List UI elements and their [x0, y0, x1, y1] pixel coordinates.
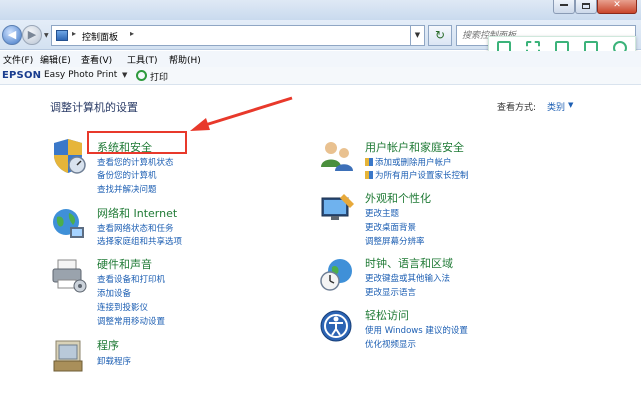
- menu-edit[interactable]: 编辑(E): [40, 53, 71, 66]
- category-hardware-sound: 硬件和声音 查看设备和打印机 添加设备 连接到投影仪 调整常用移动设置: [50, 256, 250, 327]
- refresh-button[interactable]: ↻: [428, 25, 452, 46]
- category-title[interactable]: 轻松访问: [365, 307, 409, 323]
- users-icon[interactable]: [318, 137, 356, 175]
- clock-globe-icon[interactable]: [318, 255, 356, 293]
- chevron-down-icon[interactable]: ▼: [122, 71, 127, 79]
- menu-view[interactable]: 查看(V): [81, 53, 112, 66]
- link-add-remove-users[interactable]: 添加或删除用户帐户: [365, 156, 452, 168]
- minimize-button[interactable]: [553, 0, 575, 14]
- menu-help[interactable]: 帮助(H): [169, 53, 201, 66]
- forward-button[interactable]: ▶: [22, 25, 42, 45]
- monitor-brush-icon[interactable]: [318, 190, 356, 228]
- epson-logo: EPSON: [2, 70, 42, 81]
- category-ease-of-access: 轻松访问 使用 Windows 建议的设置 优化视频显示: [318, 307, 538, 353]
- link-change-theme[interactable]: 更改主题: [365, 207, 399, 219]
- category-clock-language-region: 时钟、语言和区域 更改键盘或其他输入法 更改显示语言: [318, 255, 538, 300]
- minimize-icon: [560, 4, 568, 6]
- breadcrumb-control-panel[interactable]: 控制面板: [82, 30, 118, 43]
- print-button[interactable]: 打印: [150, 70, 168, 83]
- back-button[interactable]: ◀: [2, 25, 22, 45]
- category-appearance: 外观和个性化 更改主题 更改桌面背景 调整屏幕分辨率: [318, 190, 538, 250]
- breadcrumb-separator[interactable]: ▸: [130, 29, 134, 38]
- link-label: 为所有用户设置家长控制: [375, 171, 469, 181]
- address-dropdown-icon[interactable]: ▼: [411, 25, 425, 46]
- control-panel-icon: [56, 30, 68, 41]
- link-backup-computer[interactable]: 备份您的计算机: [97, 169, 157, 181]
- chevron-down-icon[interactable]: ▼: [568, 101, 573, 109]
- category-programs: 程序 卸载程序: [50, 337, 250, 377]
- globe-network-icon[interactable]: [50, 205, 88, 243]
- window-titlebar[interactable]: ✕: [0, 0, 641, 20]
- close-icon: ✕: [613, 0, 621, 10]
- link-connect-projector[interactable]: 连接到投影仪: [97, 301, 148, 313]
- menu-file[interactable]: 文件(F): [3, 53, 33, 66]
- link-screen-resolution[interactable]: 调整屏幕分辨率: [365, 235, 425, 247]
- ease-of-access-icon[interactable]: [318, 307, 356, 345]
- category-title[interactable]: 程序: [97, 337, 119, 353]
- epson-toolbar: EPSON Easy Photo Print ▼ 打印: [0, 67, 641, 85]
- link-parental-controls[interactable]: 为所有用户设置家长控制: [365, 169, 469, 181]
- link-recommended-settings[interactable]: 使用 Windows 建议的设置: [365, 324, 468, 336]
- shield-icon[interactable]: [50, 137, 88, 175]
- annotation-highlight-box: [87, 131, 187, 154]
- link-label: 添加或删除用户帐户: [375, 158, 452, 168]
- link-troubleshoot[interactable]: 查找并解决问题: [97, 183, 157, 195]
- page-title: 调整计算机的设置: [50, 101, 138, 114]
- link-keyboard-input[interactable]: 更改键盘或其他输入法: [365, 272, 450, 284]
- category-user-accounts: 用户帐户和家庭安全 添加或删除用户帐户 为所有用户设置家长控制: [318, 137, 538, 183]
- view-mode-dropdown[interactable]: 类别: [547, 100, 565, 113]
- link-view-computer-status[interactable]: 查看您的计算机状态: [97, 156, 174, 168]
- category-title[interactable]: 网络和 Internet: [97, 205, 177, 221]
- link-homegroup-sharing[interactable]: 选择家庭组和共享选项: [97, 235, 182, 247]
- category-title[interactable]: 时钟、语言和区域: [365, 255, 453, 271]
- link-display-language[interactable]: 更改显示语言: [365, 286, 416, 298]
- category-title[interactable]: 用户帐户和家庭安全: [365, 139, 464, 155]
- printer-icon[interactable]: [50, 256, 88, 294]
- print-icon[interactable]: [136, 70, 147, 81]
- link-add-device[interactable]: 添加设备: [97, 287, 131, 299]
- recent-pages-dropdown-icon[interactable]: ▼: [44, 32, 49, 39]
- programs-icon[interactable]: [50, 337, 88, 375]
- link-optimize-display[interactable]: 优化视频显示: [365, 338, 416, 350]
- uac-shield-icon: [365, 171, 373, 179]
- close-button[interactable]: ✕: [597, 0, 637, 14]
- easy-photo-print-button[interactable]: Easy Photo Print: [44, 70, 117, 80]
- maximize-icon: [582, 3, 590, 9]
- link-uninstall-program[interactable]: 卸载程序: [97, 355, 131, 367]
- link-desktop-background[interactable]: 更改桌面背景: [365, 221, 416, 233]
- category-title[interactable]: 硬件和声音: [97, 256, 152, 272]
- link-mobility-settings[interactable]: 调整常用移动设置: [97, 315, 165, 327]
- address-bar[interactable]: ▸ 控制面板 ▸: [51, 25, 411, 46]
- category-network-internet: 网络和 Internet 查看网络状态和任务 选择家庭组和共享选项: [50, 205, 250, 247]
- menu-tools[interactable]: 工具(T): [127, 53, 158, 66]
- breadcrumb-separator[interactable]: ▸: [72, 29, 76, 38]
- uac-shield-icon: [365, 158, 373, 166]
- link-network-status[interactable]: 查看网络状态和任务: [97, 222, 174, 234]
- link-devices-printers[interactable]: 查看设备和打印机: [97, 273, 165, 285]
- maximize-button[interactable]: [575, 0, 597, 14]
- view-mode-label: 查看方式:: [497, 103, 537, 113]
- category-title[interactable]: 外观和个性化: [365, 190, 431, 206]
- menu-bar: 文件(F) 编辑(E) 查看(V) 工具(T) 帮助(H): [0, 51, 641, 67]
